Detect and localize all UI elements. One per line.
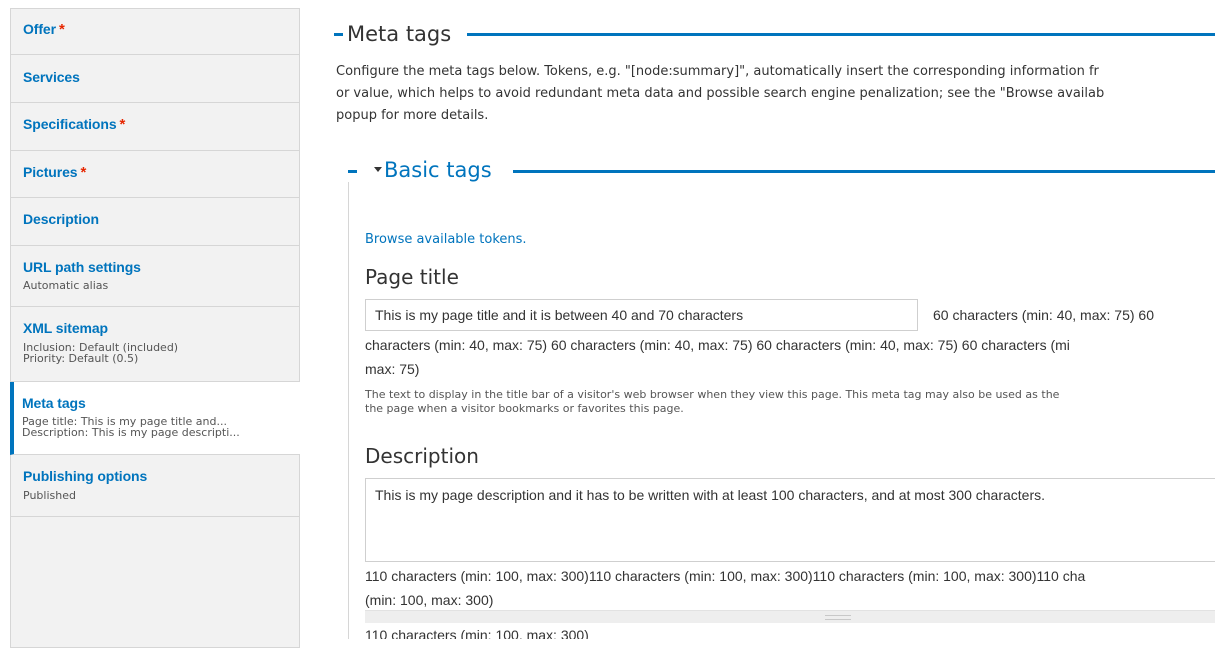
tab-meta-tags[interactable]: Meta tags Page title: This is my page ti… — [10, 382, 300, 455]
tab-publishing-options[interactable]: Publishing options Published — [11, 455, 299, 517]
grip-icon — [825, 615, 851, 620]
description-line: Configure the meta tags below. Tokens, e… — [336, 64, 1099, 79]
tab-pictures[interactable]: Pictures * — [11, 151, 299, 198]
description-counter: 110 characters (min: 100, max: 300) — [365, 627, 589, 639]
tab-xml-sitemap-label: XML sitemap — [23, 320, 108, 336]
tab-offer[interactable]: Offer * — [11, 9, 299, 55]
tab-publishing-options-summary: Published — [23, 489, 76, 502]
vertical-tabs-menu: Offer * Services Specifications * Pictures… — [10, 8, 300, 648]
page-title-help-text: The text to display in the title bar of … — [365, 388, 1215, 416]
tab-xml-sitemap-summary-priority: Priority: Default (0.5) — [23, 352, 139, 365]
page-title-input[interactable] — [365, 299, 918, 331]
tab-description[interactable]: Description — [11, 198, 299, 246]
tab-xml-sitemap[interactable]: XML sitemap Inclusion: Default (included… — [11, 307, 299, 382]
meta-tags-panel: Meta tags Configure the meta tags below.… — [300, 0, 1215, 639]
tab-description-label: Description — [23, 211, 99, 227]
tab-meta-tags-label: Meta tags — [22, 395, 86, 411]
textarea-resize-handle[interactable] — [365, 610, 1215, 623]
description-line: or value, which helps to avoid redundant… — [336, 86, 1105, 101]
meta-tags-description: Configure the meta tags below. Tokens, e… — [336, 61, 1215, 127]
tab-url-path-settings-label: URL path settings — [23, 259, 141, 275]
legend-dash — [334, 33, 343, 36]
tab-publishing-options-label: Publishing options — [23, 468, 148, 484]
tab-services[interactable]: Services — [11, 55, 299, 103]
description-counter: 110 characters (min: 100, max: 300)110 c… — [365, 568, 1086, 584]
tab-url-path-settings-summary: Automatic alias — [23, 279, 109, 292]
meta-tags-heading: Meta tags — [347, 22, 452, 46]
legend-rule — [467, 33, 1215, 36]
tab-pictures-label: Pictures — [23, 164, 78, 180]
tab-url-path-settings[interactable]: URL path settings Automatic alias — [11, 246, 299, 307]
basic-tags-toggle[interactable]: Basic tags — [384, 157, 492, 183]
required-marker: * — [58, 21, 65, 38]
legend-rule — [513, 170, 1215, 173]
tab-specifications-label: Specifications — [23, 116, 117, 132]
caret-down-icon[interactable] — [374, 167, 382, 172]
page-title-counter: 60 characters (min: 40, max: 75) 60 — [933, 307, 1154, 323]
tab-specifications[interactable]: Specifications * — [11, 103, 299, 151]
description-line: popup for more details. — [336, 108, 489, 123]
tab-offer-label: Offer — [23, 21, 56, 37]
tab-meta-tags-summary-description: Description: This is my page descripti..… — [22, 426, 240, 439]
help-line: The text to display in the title bar of … — [365, 388, 1060, 401]
page-title-counter: max: 75) — [365, 361, 420, 377]
page-title-label: Page title — [365, 265, 459, 289]
tab-services-label: Services — [23, 69, 80, 85]
description-label: Description — [365, 444, 479, 468]
required-marker: * — [80, 164, 87, 181]
required-marker: * — [119, 116, 126, 133]
browse-tokens-link[interactable]: Browse available tokens. — [365, 232, 527, 247]
page-title-counter: characters (min: 40, max: 75) 60 charact… — [365, 337, 1070, 353]
legend-dash — [348, 170, 357, 173]
help-line: the page when a visitor bookmarks or fav… — [365, 402, 684, 415]
description-textarea[interactable]: This is my page description and it has t… — [365, 478, 1215, 562]
